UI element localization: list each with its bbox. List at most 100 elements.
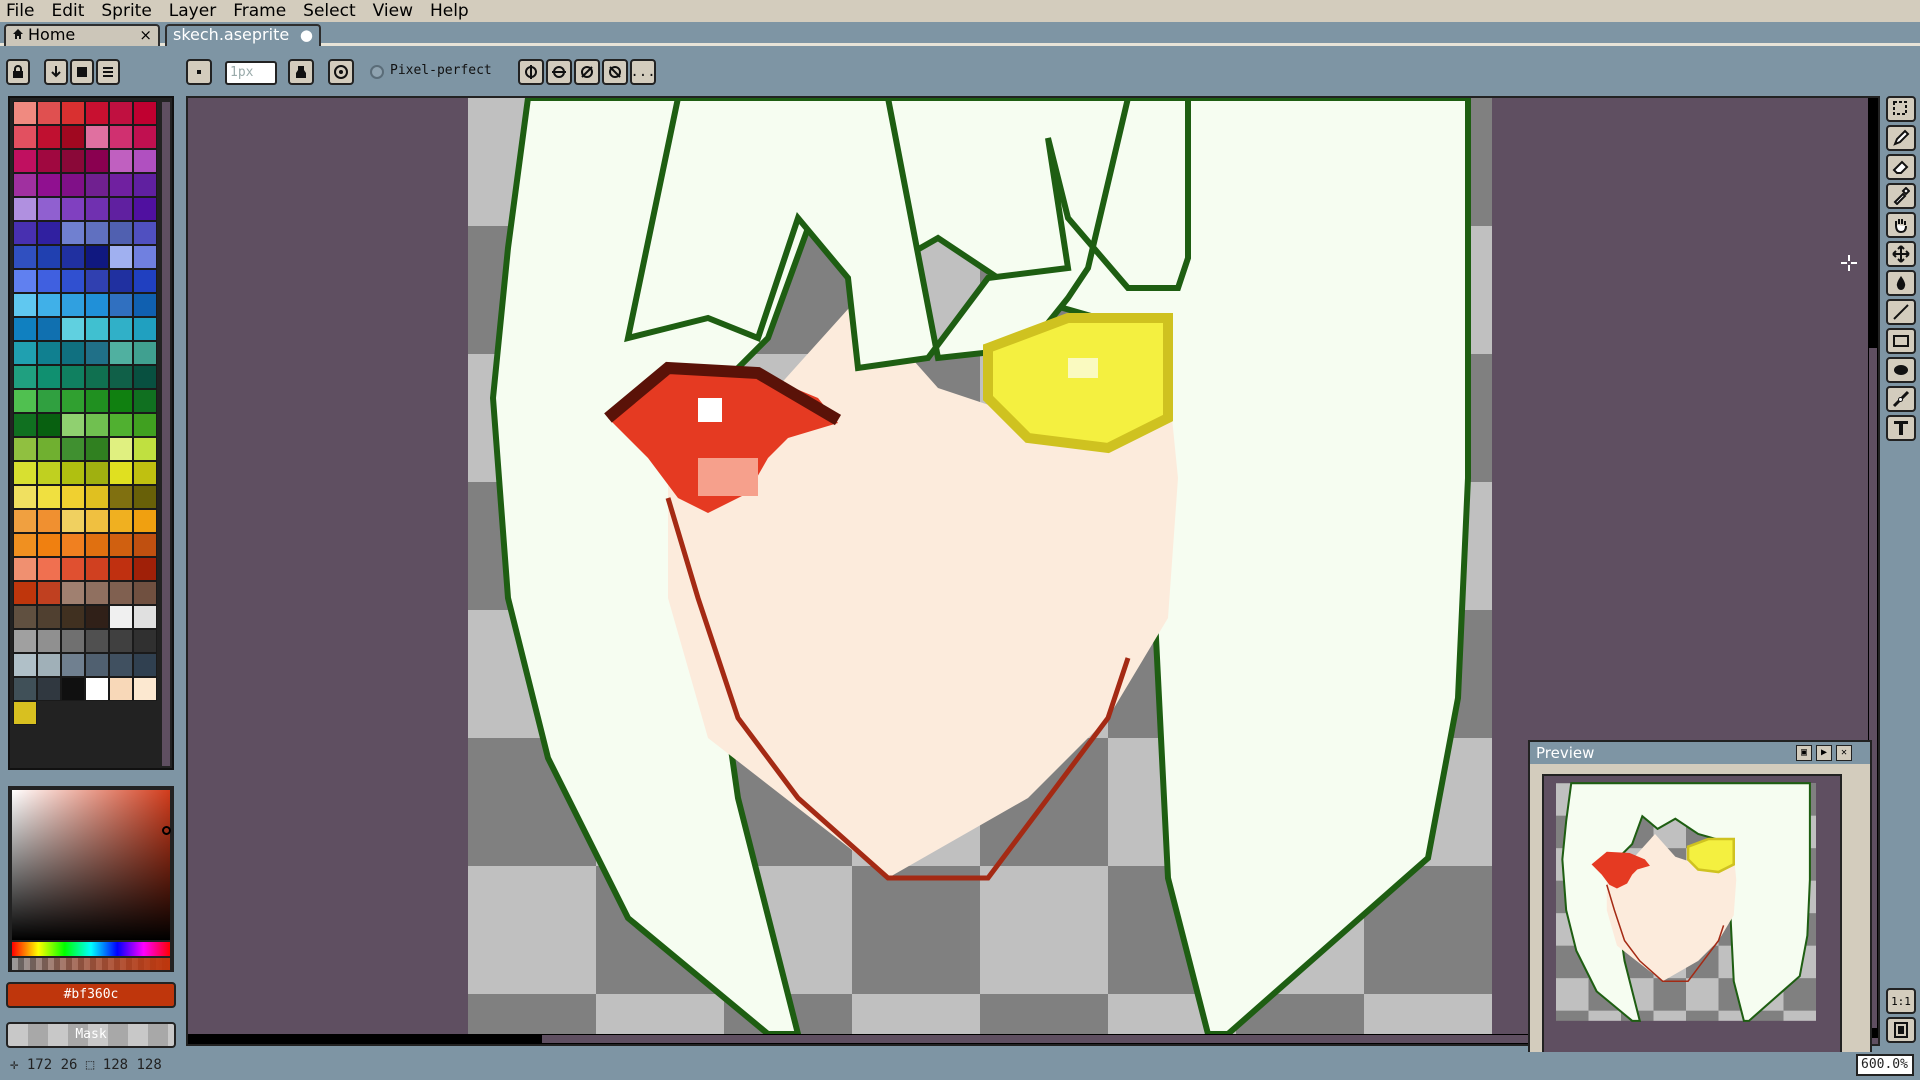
- blur-icon[interactable]: [1886, 386, 1916, 412]
- tab-close-button[interactable]: ×: [139, 26, 152, 44]
- brush-type-icon[interactable]: [186, 59, 212, 85]
- lock-icon[interactable]: [6, 59, 30, 85]
- palette-swatch[interactable]: [133, 533, 157, 557]
- actual-size-button[interactable]: 1:1: [1886, 988, 1916, 1014]
- palette-swatch[interactable]: [85, 221, 109, 245]
- palette-swatch[interactable]: [85, 461, 109, 485]
- palette-swatch[interactable]: [85, 389, 109, 413]
- palette-swatch[interactable]: [85, 197, 109, 221]
- palette-swatch[interactable]: [37, 125, 61, 149]
- palette-swatch[interactable]: [109, 197, 133, 221]
- brush-size-input[interactable]: 1px: [225, 61, 277, 85]
- palette-swatch[interactable]: [13, 413, 37, 437]
- palette-swatch[interactable]: [61, 173, 85, 197]
- palette-swatch[interactable]: [37, 653, 61, 677]
- palette-swatch[interactable]: [13, 341, 37, 365]
- palette-swatch[interactable]: [37, 533, 61, 557]
- pencil-icon[interactable]: [1886, 125, 1916, 151]
- palette-swatch[interactable]: [37, 509, 61, 533]
- palette-swatch[interactable]: [61, 653, 85, 677]
- palette-swatch[interactable]: [37, 581, 61, 605]
- palette-swatch[interactable]: [13, 173, 37, 197]
- palette-swatch[interactable]: [85, 605, 109, 629]
- text-icon[interactable]: [1886, 415, 1916, 441]
- palette-swatch[interactable]: [37, 317, 61, 341]
- palette-swatch[interactable]: [13, 605, 37, 629]
- palette-swatch[interactable]: [61, 341, 85, 365]
- hand-icon[interactable]: [1886, 212, 1916, 238]
- hue-slider[interactable]: [12, 942, 170, 956]
- palette-swatch[interactable]: [13, 629, 37, 653]
- palette-swatch[interactable]: [109, 221, 133, 245]
- palette-swatch[interactable]: [13, 581, 37, 605]
- palette-swatch[interactable]: [61, 677, 85, 701]
- palette-swatch[interactable]: [13, 221, 37, 245]
- preview-play-icon[interactable]: ▶: [1816, 745, 1832, 761]
- palette-swatch[interactable]: [61, 533, 85, 557]
- palette-swatch[interactable]: [37, 437, 61, 461]
- palette-swatch[interactable]: [61, 317, 85, 341]
- palette-swatch[interactable]: [133, 485, 157, 509]
- palette-swatch[interactable]: [37, 365, 61, 389]
- palette-swatch[interactable]: [85, 413, 109, 437]
- palette-swatch[interactable]: [13, 653, 37, 677]
- palette-swatch[interactable]: [133, 581, 157, 605]
- palette-swatch[interactable]: [13, 269, 37, 293]
- palette-swatch[interactable]: [37, 197, 61, 221]
- palette-swatch[interactable]: [37, 485, 61, 509]
- palette-swatch[interactable]: [109, 413, 133, 437]
- palette-swatch[interactable]: [61, 125, 85, 149]
- palette-swatch[interactable]: [109, 317, 133, 341]
- palette-swatch[interactable]: [61, 389, 85, 413]
- palette-swatch[interactable]: [133, 245, 157, 269]
- menu-layer[interactable]: Layer: [169, 1, 216, 21]
- palette-swatch[interactable]: [13, 509, 37, 533]
- palette-swatch[interactable]: [37, 341, 61, 365]
- preview-viewport[interactable]: [1542, 774, 1842, 1064]
- palette-swatch[interactable]: [133, 293, 157, 317]
- palette-swatch[interactable]: [61, 365, 85, 389]
- palette-swatch[interactable]: [109, 389, 133, 413]
- palette-swatch[interactable]: [109, 293, 133, 317]
- sv-cursor[interactable]: [162, 826, 171, 835]
- palette-swatch[interactable]: [109, 461, 133, 485]
- palette-swatch[interactable]: [133, 437, 157, 461]
- menu-file[interactable]: File: [6, 1, 34, 21]
- palette-swatch[interactable]: [61, 485, 85, 509]
- palette-swatch[interactable]: [133, 269, 157, 293]
- palette-swatch[interactable]: [133, 413, 157, 437]
- arrow-down-icon[interactable]: [44, 59, 68, 85]
- palette-swatch[interactable]: [85, 101, 109, 125]
- palette-swatch[interactable]: [37, 557, 61, 581]
- palette-swatch[interactable]: [37, 629, 61, 653]
- palette-swatch[interactable]: [85, 245, 109, 269]
- palette-swatch[interactable]: [109, 125, 133, 149]
- palette-swatch[interactable]: [133, 629, 157, 653]
- palette-swatch[interactable]: [133, 101, 157, 125]
- timeline-icon[interactable]: [1886, 1017, 1916, 1043]
- palette-swatch[interactable]: [85, 125, 109, 149]
- palette-swatch[interactable]: [13, 125, 37, 149]
- palette-swatch[interactable]: [37, 101, 61, 125]
- palette-swatch[interactable]: [37, 605, 61, 629]
- menu-view[interactable]: View: [373, 1, 413, 21]
- palette-swatch[interactable]: [133, 677, 157, 701]
- palette-swatch[interactable]: [85, 317, 109, 341]
- palette-swatch[interactable]: [109, 509, 133, 533]
- palette-swatch[interactable]: [61, 581, 85, 605]
- palette-swatch[interactable]: [109, 533, 133, 557]
- palette-swatch[interactable]: [85, 557, 109, 581]
- palette-swatch[interactable]: [85, 629, 109, 653]
- mask-color-button[interactable]: Mask: [6, 1022, 176, 1048]
- palette-swatch[interactable]: [13, 149, 37, 173]
- palette-swatch[interactable]: [13, 437, 37, 461]
- palette-swatch[interactable]: [133, 221, 157, 245]
- menu-icon[interactable]: [96, 59, 120, 85]
- unsaved-indicator-icon[interactable]: ●: [300, 26, 313, 44]
- palette-swatch[interactable]: [61, 629, 85, 653]
- palette-swatch[interactable]: [61, 221, 85, 245]
- palette-swatch[interactable]: [85, 269, 109, 293]
- palette-swatch[interactable]: [13, 293, 37, 317]
- ellipse-icon[interactable]: [1886, 357, 1916, 383]
- palette-swatch[interactable]: [61, 437, 85, 461]
